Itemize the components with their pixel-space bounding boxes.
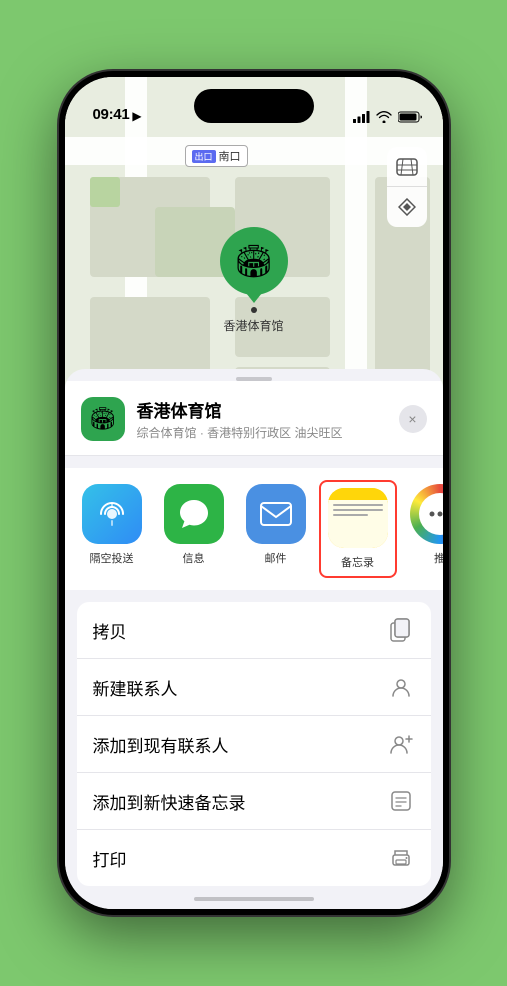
map-type-button[interactable] [387,147,427,187]
place-info: 香港体育馆 综合体育馆 · 香港特别行政区 油尖旺区 [137,397,387,441]
place-subtitle: 综合体育馆 · 香港特别行政区 油尖旺区 [137,424,387,441]
action-item-new-contact[interactable]: 新建联系人 [77,659,431,716]
place-header: 🏟 香港体育馆 综合体育馆 · 香港特别行政区 油尖旺区 × [65,381,443,456]
copy-icon [387,616,415,644]
map-controls [387,147,427,227]
status-time: 09:41 [93,106,130,123]
mail-label: 邮件 [265,550,287,566]
ellipsis-icon [429,511,443,517]
dynamic-island [194,89,314,123]
more-label: 推 [434,550,443,566]
signal-icon [353,111,370,123]
location-arrow-icon [398,198,416,216]
action-item-print[interactable]: 打印 [77,830,431,886]
close-button[interactable]: × [399,405,427,433]
location-pin: 🏟 香港体育馆 [220,227,288,334]
action-new-contact-label: 新建联系人 [93,675,387,700]
location-arrow-icon: ▶ [132,109,141,123]
action-print-label: 打印 [93,846,387,871]
airdrop-waves-icon [95,497,129,531]
pin-circle: 🏟 [220,227,288,295]
mail-icon [246,484,306,544]
airdrop-icon [82,484,142,544]
notes-label: 备忘录 [341,554,374,570]
action-add-existing-label: 添加到现有联系人 [93,732,387,757]
battery-icon [398,111,423,123]
messages-label: 信息 [183,550,205,566]
location-button[interactable] [387,187,427,227]
bottom-sheet: 🏟 香港体育馆 综合体育馆 · 香港特别行政区 油尖旺区 × [65,369,443,909]
phone-frame: 09:41 ▶ [59,71,449,915]
print-icon [387,844,415,872]
airdrop-label: 隔空投送 [90,550,134,566]
mail-envelope-icon [259,501,293,527]
place-logo: 🏟 [81,397,125,441]
action-list: 拷贝 新建联系人 [77,602,431,886]
more-icon [410,484,443,544]
home-indicator [194,897,314,901]
quicknote-icon [387,787,415,815]
place-logo-icon: 🏟 [89,406,117,432]
wifi-icon [376,111,392,123]
action-quicknote-label: 添加到新快速备忘录 [93,789,387,814]
action-copy-label: 拷贝 [93,618,387,643]
action-item-add-existing[interactable]: 添加到现有联系人 [77,716,431,773]
share-item-mail[interactable]: 邮件 [241,484,311,574]
map-label-text: 南口 [219,148,241,164]
messages-icon [164,484,224,544]
map-type-icon [396,158,418,176]
messages-bubble-icon [177,498,211,530]
action-item-copy[interactable]: 拷贝 [77,602,431,659]
status-icons [353,111,423,123]
new-contact-icon [387,673,415,701]
notes-icon [328,488,388,548]
add-existing-contact-icon [387,730,415,758]
share-item-more[interactable]: 推 [405,484,443,574]
map-label: 出口 南口 [185,145,248,167]
pin-label: 香港体育馆 [223,317,283,334]
share-item-airdrop[interactable]: 隔空投送 [77,484,147,574]
place-name: 香港体育馆 [137,397,387,422]
phone-screen: 09:41 ▶ [65,77,443,909]
share-item-notes[interactable]: 备忘录 [323,484,393,574]
pin-dot [251,307,257,313]
map-label-badge: 出口 [192,150,216,163]
venue-icon: 🏟 [233,242,274,280]
share-row: 隔空投送 信息 [65,468,443,590]
action-item-quicknote[interactable]: 添加到新快速备忘录 [77,773,431,830]
share-item-messages[interactable]: 信息 [159,484,229,574]
